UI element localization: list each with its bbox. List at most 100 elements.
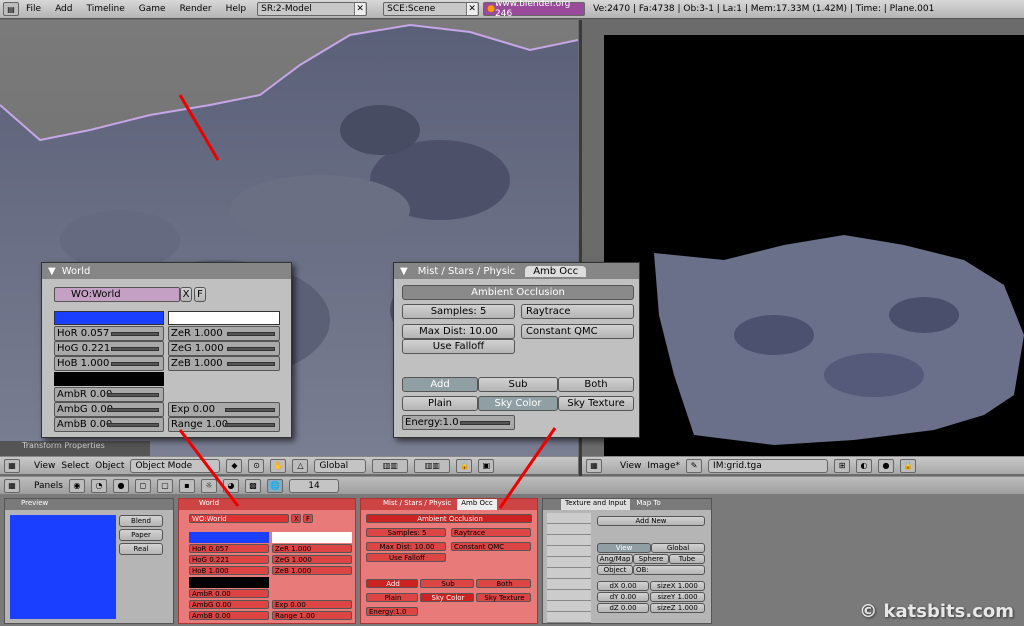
bottom-ao-header[interactable]: Ambient Occlusion <box>366 514 532 523</box>
bottom-zeb[interactable]: ZeB 1.000 <box>272 566 352 575</box>
hob-slider[interactable]: HoB 1.000 <box>54 356 164 371</box>
world-fake-user-button[interactable]: F <box>194 287 206 302</box>
bottom-exp[interactable]: Exp 0.00 <box>272 600 352 609</box>
logic-icon[interactable]: ◉ <box>68 478 85 493</box>
editor-type-icon[interactable]: ▦ <box>586 458 602 473</box>
editing-icon[interactable]: ▢ <box>156 478 173 493</box>
close-icon[interactable]: ✕ <box>354 3 366 15</box>
range-slider[interactable]: Range 1.00 <box>168 417 280 432</box>
hand-icon[interactable]: ✋ <box>270 458 287 473</box>
menu-file[interactable]: File <box>19 4 48 14</box>
bottom-energy[interactable]: Energy:1.0 <box>366 607 418 616</box>
real-button[interactable]: Real <box>119 543 163 555</box>
object-icon[interactable]: ◻ <box>134 478 151 493</box>
zeb-slider[interactable]: ZeB 1.000 <box>168 356 280 371</box>
menu-add[interactable]: Add <box>48 4 79 14</box>
blender-link[interactable]: ● www.blender.org 246 <box>483 0 586 19</box>
tab-texture-input[interactable]: Texture and Input <box>561 499 631 510</box>
collapse-triangle-icon[interactable]: ▼ <box>48 266 56 277</box>
menu-view[interactable]: View <box>34 461 55 471</box>
texture-icon[interactable]: ▩ <box>244 478 261 493</box>
tab-mist-stars[interactable]: Mist / Stars / Physic <box>418 266 515 277</box>
bottom-ambb[interactable]: AmbB 0.00 <box>189 611 269 620</box>
scene-icon[interactable]: ▪ <box>178 478 195 493</box>
bottom-ambr[interactable]: AmbR 0.00 <box>189 589 269 598</box>
dz-field[interactable]: dZ 0.00 <box>597 603 649 613</box>
energy-slider[interactable]: Energy:1.0 <box>402 415 515 430</box>
world-icon[interactable]: 🌐 <box>266 478 283 493</box>
bottom-range[interactable]: Range 1.00 <box>272 611 352 620</box>
bottom-maxdist[interactable]: Max Dist: 10.00 <box>366 542 446 551</box>
bottom-skycolor[interactable]: Sky Color <box>420 593 474 602</box>
screen-selector[interactable]: SR:2-Model ✕ <box>257 2 368 16</box>
manipulator-icon[interactable]: △ <box>292 458 309 473</box>
pin-icon[interactable]: ✎ <box>686 458 703 473</box>
bottom-zer[interactable]: ZeR 1.000 <box>272 544 352 553</box>
lock-icon[interactable]: 🔒 <box>456 458 473 473</box>
sphere-button[interactable]: Sphere <box>633 554 669 564</box>
panels-menu[interactable]: Panels <box>34 481 63 491</box>
alpha-icon[interactable]: ● <box>878 458 895 473</box>
bottom-zenith-swatch[interactable] <box>272 532 352 543</box>
tube-button[interactable]: Tube <box>669 554 705 564</box>
view-button[interactable]: View <box>597 543 651 553</box>
script-icon[interactable]: ◔ <box>90 478 107 493</box>
dx-field[interactable]: dX 0.00 <box>597 581 649 591</box>
image-viewport[interactable] <box>582 20 1024 456</box>
render-icon[interactable]: ▣ <box>478 458 495 473</box>
menu-timeline[interactable]: Timeline <box>80 4 132 14</box>
shading-icon[interactable]: ● <box>112 478 129 493</box>
tab-amb-occ[interactable]: Amb Occ <box>525 265 587 277</box>
world-unlink-button[interactable]: X <box>180 287 192 302</box>
paper-button[interactable]: Paper <box>119 529 163 541</box>
bottom-hob[interactable]: HoB 1.000 <box>189 566 269 575</box>
bottom-samples[interactable]: Samples: 5 <box>366 528 446 537</box>
zeg-slider[interactable]: ZeG 1.000 <box>168 341 280 356</box>
global-button[interactable]: Global <box>651 543 705 553</box>
ambient-color-swatch[interactable] <box>54 372 164 386</box>
ob-field[interactable]: OB: <box>633 565 705 575</box>
zer-slider[interactable]: ZeR 1.000 <box>168 326 280 341</box>
bottom-world-x[interactable]: X <box>291 514 301 523</box>
bottom-qmc[interactable]: Constant QMC <box>451 542 531 551</box>
bottom-world-f[interactable]: F <box>303 514 313 523</box>
bottom-world-name[interactable]: WO:World <box>189 514 289 523</box>
layer-buttons[interactable]: ▥▥ <box>372 458 409 473</box>
bottom-use-falloff[interactable]: Use Falloff <box>366 553 446 562</box>
texture-channel-list[interactable] <box>547 513 591 623</box>
samples-field[interactable]: Samples: 5 <box>402 304 515 319</box>
collapse-triangle-icon[interactable]: ▼ <box>400 266 408 277</box>
hog-slider[interactable]: HoG 0.221 <box>54 341 164 356</box>
bottom-tab-mist[interactable]: Mist / Stars / Physic <box>383 499 451 510</box>
use-falloff-button[interactable]: Use Falloff <box>402 339 515 354</box>
lamp-icon[interactable]: ☼ <box>200 478 217 493</box>
bottom-sub[interactable]: Sub <box>420 579 474 588</box>
dy-field[interactable]: dY 0.00 <box>597 592 649 602</box>
sizex-field[interactable]: sizeX 1.000 <box>650 581 705 591</box>
editor-type-icon[interactable]: ▦ <box>4 478 20 493</box>
scene-selector[interactable]: SCE:Scene ✕ <box>383 2 480 16</box>
ambient-occlusion-toggle[interactable]: Ambient Occlusion <box>402 285 634 300</box>
sampling-method-dropdown[interactable]: Constant QMC <box>521 324 634 339</box>
menu-select[interactable]: Select <box>61 461 89 471</box>
bottom-zeg[interactable]: ZeG 1.000 <box>272 555 352 564</box>
both-mode-button[interactable]: Both <box>558 377 634 392</box>
ambg-slider[interactable]: AmbG 0.00 <box>54 402 164 417</box>
frame-field[interactable]: 14 <box>288 478 339 493</box>
mode-dropdown[interactable]: Object Mode <box>130 458 221 473</box>
bottom-raytrace[interactable]: Raytrace <box>451 528 531 537</box>
bottom-both[interactable]: Both <box>476 579 531 588</box>
bottom-ambient-swatch[interactable] <box>189 577 269 588</box>
bottom-hog[interactable]: HoG 0.221 <box>189 555 269 564</box>
bottom-add[interactable]: Add <box>366 579 418 588</box>
plain-button[interactable]: Plain <box>402 396 478 411</box>
world-name-field[interactable]: WO:World <box>54 287 180 302</box>
tab-map-to[interactable]: Map To <box>636 499 660 510</box>
pivot-icon[interactable]: ⊙ <box>248 458 265 473</box>
material-icon[interactable]: ◕ <box>222 478 239 493</box>
horizon-color-swatch[interactable] <box>54 311 164 325</box>
menu-object[interactable]: Object <box>95 461 124 471</box>
ambr-slider[interactable]: AmbR 0.00 <box>54 387 164 402</box>
menu-game[interactable]: Game <box>132 4 173 14</box>
bottom-skytexture[interactable]: Sky Texture <box>476 593 531 602</box>
